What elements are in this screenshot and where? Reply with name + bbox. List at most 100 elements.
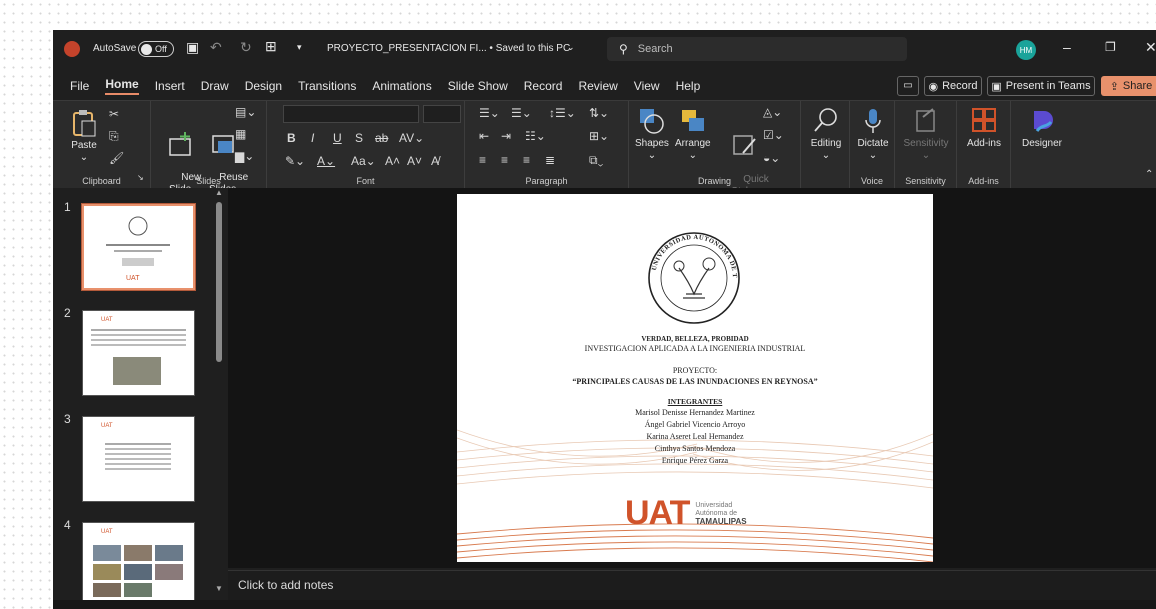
share-button[interactable]: ⇪ Share xyxy=(1101,76,1156,96)
character-spacing-icon[interactable]: AV⌄ xyxy=(399,131,424,145)
tab-design[interactable]: Design xyxy=(245,79,282,93)
share-icon: ⇪ xyxy=(1109,80,1119,93)
align-left-icon[interactable]: ≡ xyxy=(479,153,486,167)
font-name-select[interactable] xyxy=(283,105,419,123)
columns-icon[interactable]: ☷⌄ xyxy=(525,129,546,143)
tab-draw[interactable]: Draw xyxy=(201,79,229,93)
thumbnail-scrollbar[interactable]: ▲ ▼ xyxy=(215,188,223,593)
course-name: INVESTIGACION APLICADA A LA INGENIERIA I… xyxy=(584,344,806,353)
sensitivity-button[interactable]: Sensitivity ⌄ xyxy=(899,107,953,162)
designer-button[interactable]: Designer xyxy=(1017,107,1067,150)
underline-icon[interactable]: U xyxy=(333,131,342,145)
text-direction-icon[interactable]: ⇅⌄ xyxy=(589,106,609,120)
reset-icon[interactable]: ▦ xyxy=(235,127,246,141)
customize-qat-icon[interactable]: ▾ xyxy=(297,42,302,53)
group-sensitivity: Sensitivity ⌄ Sensitivity xyxy=(895,101,957,189)
change-case-icon[interactable]: Aa⌄ xyxy=(351,154,376,168)
arrange-button[interactable]: Arrange ⌄ xyxy=(675,107,711,162)
grow-font-icon[interactable]: A˄ xyxy=(385,154,400,168)
editing-button[interactable]: Editing ⌄ xyxy=(803,107,849,162)
tab-slide-show[interactable]: Slide Show xyxy=(448,79,508,93)
slide-thumbnail-pane: 1 UAT 2 UAT 3 UAT 4 UAT xyxy=(53,188,228,608)
scroll-up-icon[interactable]: ▲ xyxy=(215,188,223,197)
dictate-label: Dictate xyxy=(857,138,889,149)
tab-home[interactable]: Home xyxy=(105,77,139,95)
tab-record[interactable]: Record xyxy=(524,79,563,93)
align-center-icon[interactable]: ≡ xyxy=(501,153,508,167)
tab-animations[interactable]: Animations xyxy=(372,79,431,93)
cut-icon[interactable]: ✂ xyxy=(109,107,119,121)
shrink-font-icon[interactable]: A˅ xyxy=(407,154,422,168)
collapse-ribbon-icon[interactable]: ⌃ xyxy=(1145,169,1153,180)
layout-icon[interactable]: ▤⌄ xyxy=(235,105,256,119)
italic-icon[interactable]: I xyxy=(311,131,314,145)
university-seal-icon: UNIVERSIDAD AUTONOMA DE TAMAULIPAS xyxy=(457,194,740,324)
numbering-icon[interactable]: ☰⌄ xyxy=(511,106,532,120)
clear-formatting-icon[interactable]: A̸ xyxy=(431,154,439,168)
thumbnail-slide-2[interactable]: UAT xyxy=(82,310,195,396)
present-in-teams-button[interactable]: ▣ Present in Teams xyxy=(987,76,1095,96)
current-slide[interactable]: UNIVERSIDAD AUTONOMA DE TAMAULIPAS VERDA… xyxy=(457,194,933,562)
paste-button[interactable]: Paste ⌄ xyxy=(71,107,97,164)
clipboard-launcher-icon[interactable]: ↘ xyxy=(137,173,144,182)
shape-fill-icon[interactable]: ◬⌄ xyxy=(763,105,782,119)
tab-file[interactable]: File xyxy=(70,79,89,93)
close-icon[interactable]: ✕ xyxy=(1145,39,1156,56)
tab-help[interactable]: Help xyxy=(676,79,701,93)
highlight-icon[interactable]: ✎⌄ xyxy=(285,154,305,168)
paragraph-group-label: Paragraph xyxy=(525,176,568,186)
bold-icon[interactable]: B xyxy=(287,131,296,145)
project-label: PROYECTO: xyxy=(672,366,718,375)
document-title[interactable]: PROYECTO_PRESENTACION FI... • Saved to t… xyxy=(327,43,570,54)
svg-text:UAT: UAT xyxy=(101,529,113,535)
format-painter-icon[interactable]: 🖌 xyxy=(109,151,124,165)
increase-indent-icon[interactable]: ⇥ xyxy=(501,129,511,143)
shadow-icon[interactable]: S xyxy=(355,131,363,145)
tab-transitions[interactable]: Transitions xyxy=(298,79,356,93)
bullets-icon[interactable]: ☰⌄ xyxy=(479,106,500,120)
thumbnail-slide-1[interactable]: UAT xyxy=(81,203,196,291)
undo-icon[interactable]: ↶ xyxy=(210,39,222,56)
user-avatar[interactable]: HM xyxy=(1016,40,1036,60)
tab-insert[interactable]: Insert xyxy=(155,79,185,93)
align-right-icon[interactable]: ≡ xyxy=(523,153,530,167)
comments-icon[interactable]: ▭ xyxy=(897,76,919,96)
thumbnail-slide-4[interactable]: UAT xyxy=(82,522,195,608)
scroll-thumb[interactable] xyxy=(216,202,222,362)
font-color-icon[interactable]: A⌄ xyxy=(317,154,335,168)
copy-icon[interactable]: ⎘ xyxy=(109,129,119,144)
font-size-select[interactable] xyxy=(423,105,461,123)
line-spacing-icon[interactable]: ↕☰⌄ xyxy=(549,106,576,120)
align-text-icon[interactable]: ⊞⌄ xyxy=(589,129,609,143)
search-box[interactable]: ⚲ Search xyxy=(607,37,907,61)
section-icon[interactable]: ▆⌄ xyxy=(235,149,254,163)
strikethrough-icon[interactable]: ab xyxy=(375,131,388,145)
thumbnail-number: 3 xyxy=(64,412,71,426)
shape-outline-icon[interactable]: ☑⌄ xyxy=(763,128,784,142)
shapes-button[interactable]: Shapes ⌄ xyxy=(635,107,669,162)
record-button[interactable]: ◉ Record xyxy=(924,76,982,96)
present-icon[interactable]: ⊞ xyxy=(265,38,277,55)
notes-pane[interactable]: Click to add notes xyxy=(228,570,1156,600)
tab-review[interactable]: Review xyxy=(578,79,617,93)
group-voice: Dictate ⌄ Voice xyxy=(849,101,895,189)
redo-icon[interactable]: ↻ xyxy=(240,39,252,56)
font-group-label: Font xyxy=(356,176,375,186)
decrease-indent-icon[interactable]: ⇤ xyxy=(479,129,489,143)
addins-icon xyxy=(972,108,996,132)
restore-icon[interactable]: ❐ xyxy=(1105,40,1116,54)
dictate-button[interactable]: Dictate ⌄ xyxy=(852,107,894,162)
title-chevron-icon[interactable]: ⌄ xyxy=(567,42,575,53)
thumbnail-slide-3[interactable]: UAT xyxy=(82,416,195,502)
autosave-toggle[interactable]: Off xyxy=(138,41,174,57)
scroll-down-icon[interactable]: ▼ xyxy=(215,584,223,593)
present-in-teams-label: Present in Teams xyxy=(1005,80,1091,92)
justify-icon[interactable]: ≣ xyxy=(545,153,555,167)
svg-text:UAT: UAT xyxy=(126,275,140,282)
minimize-icon[interactable]: – xyxy=(1063,39,1071,55)
smartart-icon[interactable]: ⧉⌄ xyxy=(589,153,603,168)
tab-view[interactable]: View xyxy=(634,79,660,93)
save-icon[interactable]: ▣ xyxy=(186,39,199,56)
shape-effects-icon[interactable]: ◒⌄ xyxy=(763,151,780,165)
addins-button[interactable]: Add-ins xyxy=(961,107,1007,150)
